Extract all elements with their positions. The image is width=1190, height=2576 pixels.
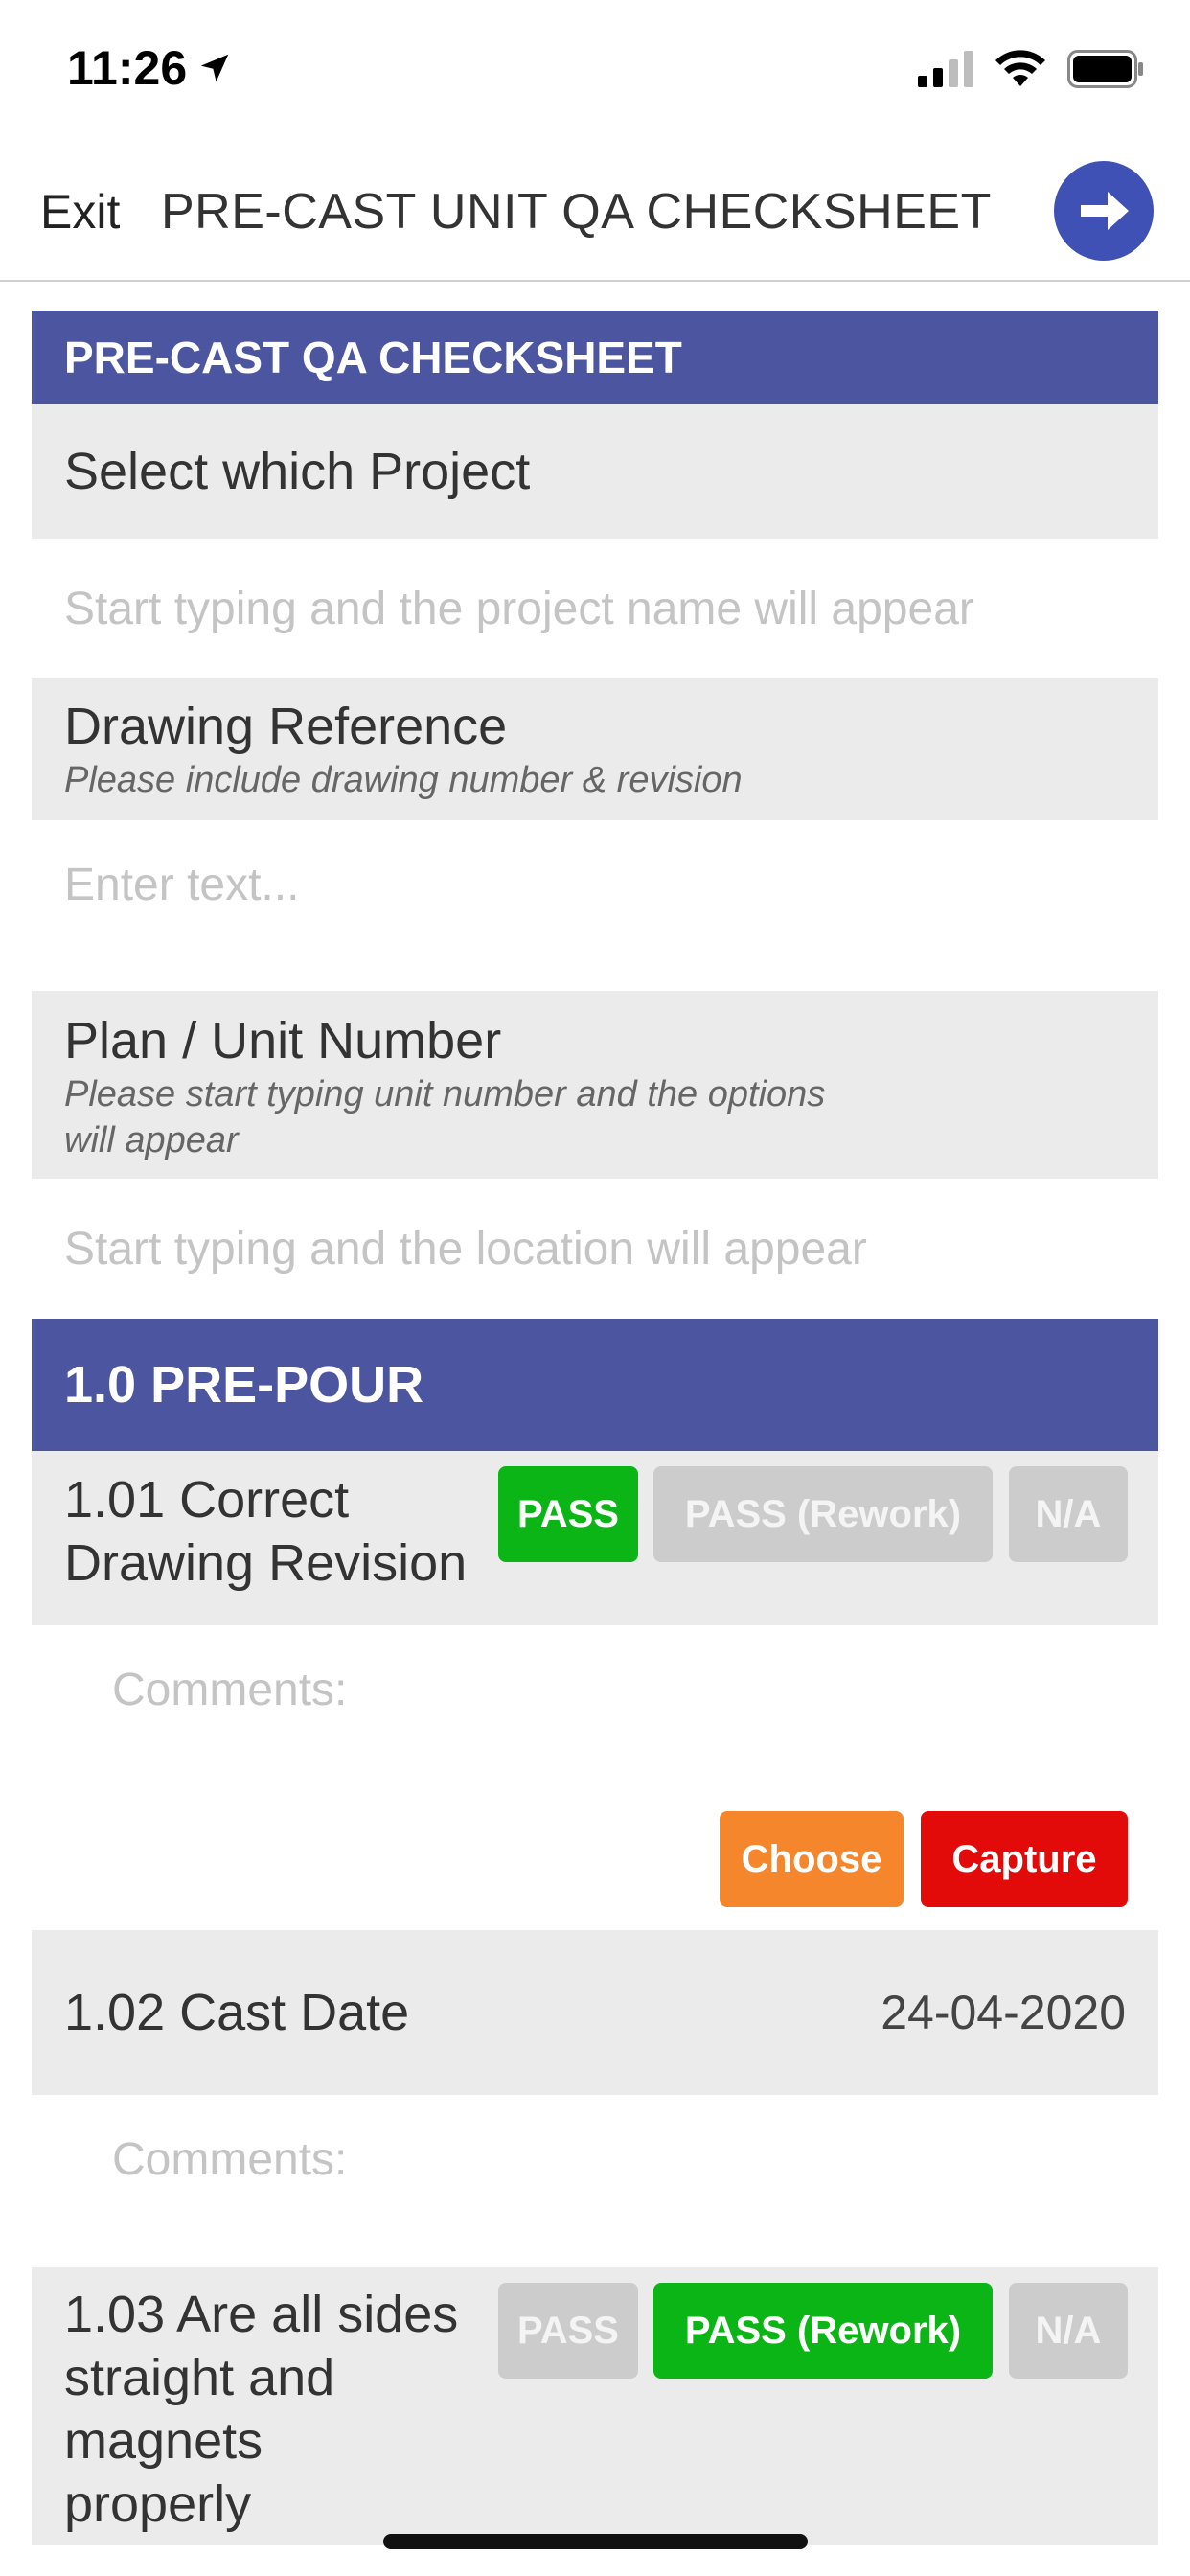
- item-1-02-label: 1.02 Cast Date: [64, 1984, 410, 2041]
- item-1-01-row: 1.01 Correct Drawing Revision PASS PASS …: [32, 1451, 1158, 1625]
- capture-button[interactable]: Capture: [921, 1811, 1128, 1907]
- status-time: 11:26: [67, 40, 233, 96]
- location-arrow-icon: [200, 54, 229, 82]
- home-indicator[interactable]: [383, 2534, 808, 2549]
- drawing-label-row: Drawing Reference Please include drawing…: [32, 678, 1158, 820]
- cellular-signal-icon: [918, 51, 973, 87]
- page-title: PRE-CAST UNIT QA CHECKSHEET: [161, 184, 992, 240]
- exit-button[interactable]: Exit: [40, 178, 120, 245]
- item-1-01-rework-button[interactable]: PASS (Rework): [653, 1466, 993, 1562]
- drawing-label: Drawing Reference: [64, 698, 508, 755]
- status-icons: [918, 50, 1144, 88]
- item-1-01-comments[interactable]: Comments: Choose Capture: [32, 1625, 1158, 1930]
- project-label: Select which Project: [64, 443, 531, 500]
- item-1-01-comments-placeholder: Comments:: [112, 1665, 348, 1715]
- project-label-row: Select which Project: [32, 404, 1158, 539]
- item-1-02-row: 1.02 Cast Date 24-04-2020: [32, 1930, 1158, 2095]
- drawing-input[interactable]: Enter text...: [32, 820, 1158, 991]
- section-header: PRE-CAST QA CHECKSHEET: [32, 310, 1158, 404]
- unit-input[interactable]: Start typing and the location will appea…: [32, 1179, 1158, 1319]
- time-text: 11:26: [67, 41, 188, 95]
- unit-label-row: Plan / Unit Number Please start typing u…: [32, 991, 1158, 1179]
- item-1-03-pass-button[interactable]: PASS: [498, 2283, 638, 2379]
- cast-date-value[interactable]: 24-04-2020: [881, 1985, 1126, 2040]
- next-button[interactable]: [1054, 161, 1154, 261]
- drawing-hint: Please include drawing number & revision: [64, 760, 743, 800]
- item-1-03-rework-button[interactable]: PASS (Rework): [653, 2283, 993, 2379]
- item-1-01-pass-button[interactable]: PASS: [498, 1466, 638, 1562]
- drawing-input-placeholder: Enter text...: [64, 860, 300, 910]
- prepour-title: 1.0 PRE-POUR: [64, 1356, 424, 1414]
- section-title: PRE-CAST QA CHECKSHEET: [64, 333, 682, 382]
- project-input[interactable]: Start typing and the project name will a…: [32, 539, 1158, 678]
- unit-label: Plan / Unit Number: [64, 1012, 502, 1070]
- item-1-03-na-button[interactable]: N/A: [1009, 2283, 1128, 2379]
- unit-hint-line2: will appear: [64, 1120, 239, 1161]
- arrow-right-icon: [1081, 192, 1129, 230]
- unit-hint-line1: Please start typing unit number and the …: [64, 1074, 826, 1115]
- battery-icon: [1067, 50, 1143, 88]
- nav-header: Exit PRE-CAST UNIT QA CHECKSHEET: [0, 144, 1190, 282]
- checksheet-form: PRE-CAST QA CHECKSHEET Select which Proj…: [32, 310, 1158, 2545]
- wifi-icon: [995, 50, 1045, 86]
- unit-input-placeholder: Start typing and the location will appea…: [64, 1223, 867, 1275]
- item-1-03-label-line3: magnets: [64, 2412, 263, 2470]
- item-1-03-row: 1.03 Are all sides straight and magnets …: [32, 2267, 1158, 2545]
- item-1-01-na-button[interactable]: N/A: [1009, 1466, 1128, 1562]
- item-1-02-comments[interactable]: Comments:: [32, 2095, 1158, 2267]
- prepour-header: 1.0 PRE-POUR: [32, 1319, 1158, 1451]
- choose-button[interactable]: Choose: [720, 1811, 904, 1907]
- item-1-02-comments-placeholder: Comments:: [112, 2134, 348, 2185]
- item-1-03-label-line4: properly: [64, 2475, 252, 2533]
- project-input-placeholder: Start typing and the project name will a…: [64, 583, 974, 634]
